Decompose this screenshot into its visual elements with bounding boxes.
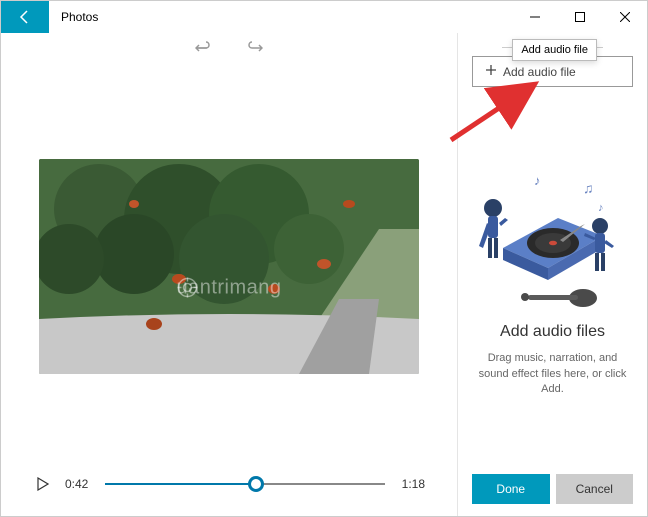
cancel-button[interactable]: Cancel — [556, 474, 634, 504]
undo-redo-bar — [25, 33, 433, 76]
svg-text:♪: ♪ — [534, 173, 541, 188]
seek-thumb[interactable] — [248, 476, 264, 492]
video-preview[interactable]: uantrimang — [39, 159, 419, 374]
minimize-button[interactable] — [512, 1, 557, 33]
app-title: Photos — [49, 1, 98, 33]
redo-button[interactable] — [245, 41, 263, 60]
maximize-button[interactable] — [557, 1, 602, 33]
panel-subtext: Drag music, narration, and sound effect … — [472, 351, 633, 397]
audio-side-panel: Add audio file — [457, 33, 647, 516]
video-preview-wrap: uantrimang — [25, 76, 433, 456]
titlebar: Photos — [1, 1, 647, 33]
current-time: 0:42 — [65, 477, 93, 491]
turntable-illustration: ♪ ♫ ♪ — [478, 163, 628, 313]
play-button[interactable] — [33, 477, 53, 491]
panel-heading: Add audio files — [500, 323, 605, 341]
close-button[interactable] — [602, 1, 647, 33]
total-time: 1:18 — [397, 477, 425, 491]
main-content: uantrimang 0:42 1:18 Add audio fi — [1, 33, 647, 516]
video-editor-area: uantrimang 0:42 1:18 — [1, 33, 457, 516]
plus-icon — [485, 64, 497, 79]
add-audio-label: Add audio file — [503, 65, 576, 79]
panel-action-buttons: Done Cancel — [472, 474, 633, 504]
svg-text:♫: ♫ — [583, 180, 594, 196]
watermark: uantrimang — [176, 276, 281, 299]
undo-button[interactable] — [195, 41, 213, 60]
add-audio-tooltip: Add audio file — [512, 39, 597, 61]
back-button[interactable] — [1, 1, 49, 33]
player-controls: 0:42 1:18 — [25, 456, 433, 504]
svg-text:♪: ♪ — [598, 202, 604, 214]
drop-zone[interactable]: ♪ ♫ ♪ Add audio files Drag music, narrat… — [472, 87, 633, 474]
seek-track[interactable] — [105, 472, 385, 496]
done-button[interactable]: Done — [472, 474, 550, 504]
